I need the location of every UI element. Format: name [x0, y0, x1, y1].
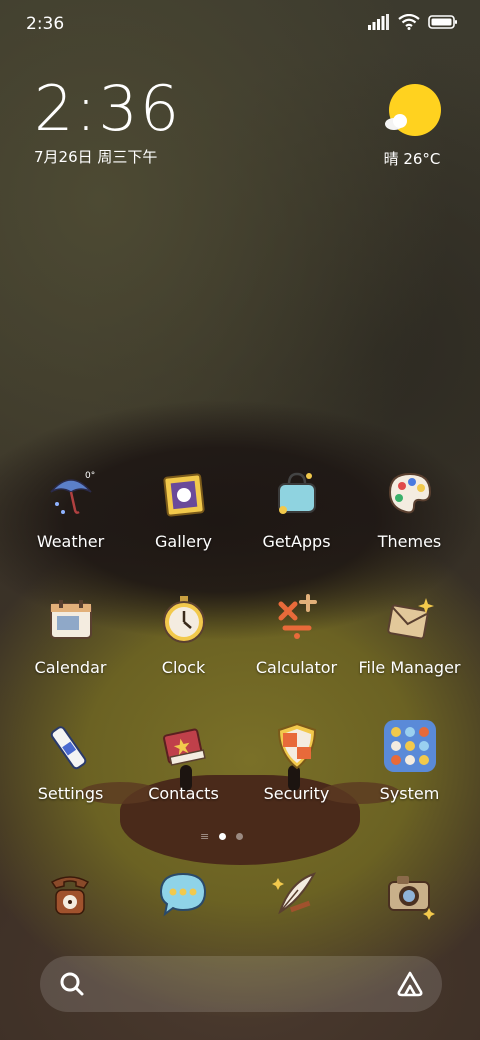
app-label: GetApps: [262, 532, 331, 551]
app-label: Weather: [36, 532, 105, 551]
app-security[interactable]: Security: [240, 720, 353, 803]
app-label: Themes: [377, 532, 442, 551]
app-calendar[interactable]: Calendar: [14, 594, 127, 677]
wifi-icon: [398, 14, 420, 30]
app-themes[interactable]: Themes: [353, 468, 466, 551]
app-weather[interactable]: 0° Weather: [14, 468, 127, 551]
app-file-manager[interactable]: File Manager: [353, 594, 466, 677]
stopwatch-icon: [158, 594, 210, 646]
search-icon: [60, 972, 84, 996]
app-label: Contacts: [148, 784, 219, 803]
cellular-signal-icon: [368, 14, 389, 30]
app-label: Gallery: [155, 532, 212, 551]
picture-frame-icon: [158, 468, 210, 520]
chat-bubble-icon[interactable]: [157, 868, 209, 920]
sunny-icon: [385, 84, 441, 136]
umbrella-icon: 0°: [45, 468, 97, 520]
page-dot[interactable]: [236, 833, 244, 840]
status-time: 2:36: [26, 14, 65, 34]
folder-grid-icon: [383, 720, 436, 772]
shield-icon: [271, 720, 323, 772]
app-contacts[interactable]: Contacts: [127, 720, 240, 803]
app-calculator[interactable]: Calculator: [240, 594, 353, 677]
app-label: Settings: [37, 784, 104, 803]
weather-text: 晴 26°C: [383, 150, 441, 168]
widget-date: 7月26日 周三下午: [34, 148, 158, 166]
app-clock[interactable]: Clock: [127, 594, 240, 677]
svg-text:0°: 0°: [85, 471, 95, 481]
widget-time: 2:36: [34, 72, 182, 145]
app-label: Calculator: [255, 658, 338, 677]
weather-widget[interactable]: 晴 26°C: [380, 84, 444, 169]
palette-icon: [384, 468, 436, 520]
app-label: Calendar: [34, 658, 107, 677]
envelope-icon: [384, 594, 436, 646]
app-label: Security: [263, 784, 330, 803]
wrench-icon: [45, 720, 97, 772]
search-bar[interactable]: [40, 956, 442, 1012]
list-lines-icon: ≡: [200, 830, 210, 843]
app-getapps[interactable]: GetApps: [240, 468, 353, 551]
status-icons: [368, 14, 458, 30]
dock: [0, 868, 480, 928]
app-settings[interactable]: Settings: [14, 720, 127, 803]
status-bar: 2:36: [0, 0, 480, 50]
calendar-icon: [45, 594, 97, 646]
page-dot-active[interactable]: [219, 833, 227, 840]
app-gallery[interactable]: Gallery: [127, 468, 240, 551]
book-icon: [158, 720, 210, 772]
page-indicator: ≡: [200, 830, 244, 843]
telephone-icon[interactable]: [44, 868, 96, 920]
app-label: Clock: [161, 658, 206, 677]
battery-icon: [428, 15, 457, 29]
app-label: System: [379, 784, 440, 803]
app-label: File Manager: [358, 658, 461, 677]
app-system[interactable]: System: [353, 720, 466, 803]
feather-pen-icon[interactable]: [270, 868, 322, 920]
shopping-bag-icon: [271, 468, 323, 520]
clock-widget[interactable]: 2:36 7月26日 周三下午: [34, 78, 181, 167]
assistant-icon[interactable]: [396, 970, 424, 998]
camera-icon[interactable]: [383, 868, 435, 920]
calculator-symbols-icon: [271, 594, 323, 646]
